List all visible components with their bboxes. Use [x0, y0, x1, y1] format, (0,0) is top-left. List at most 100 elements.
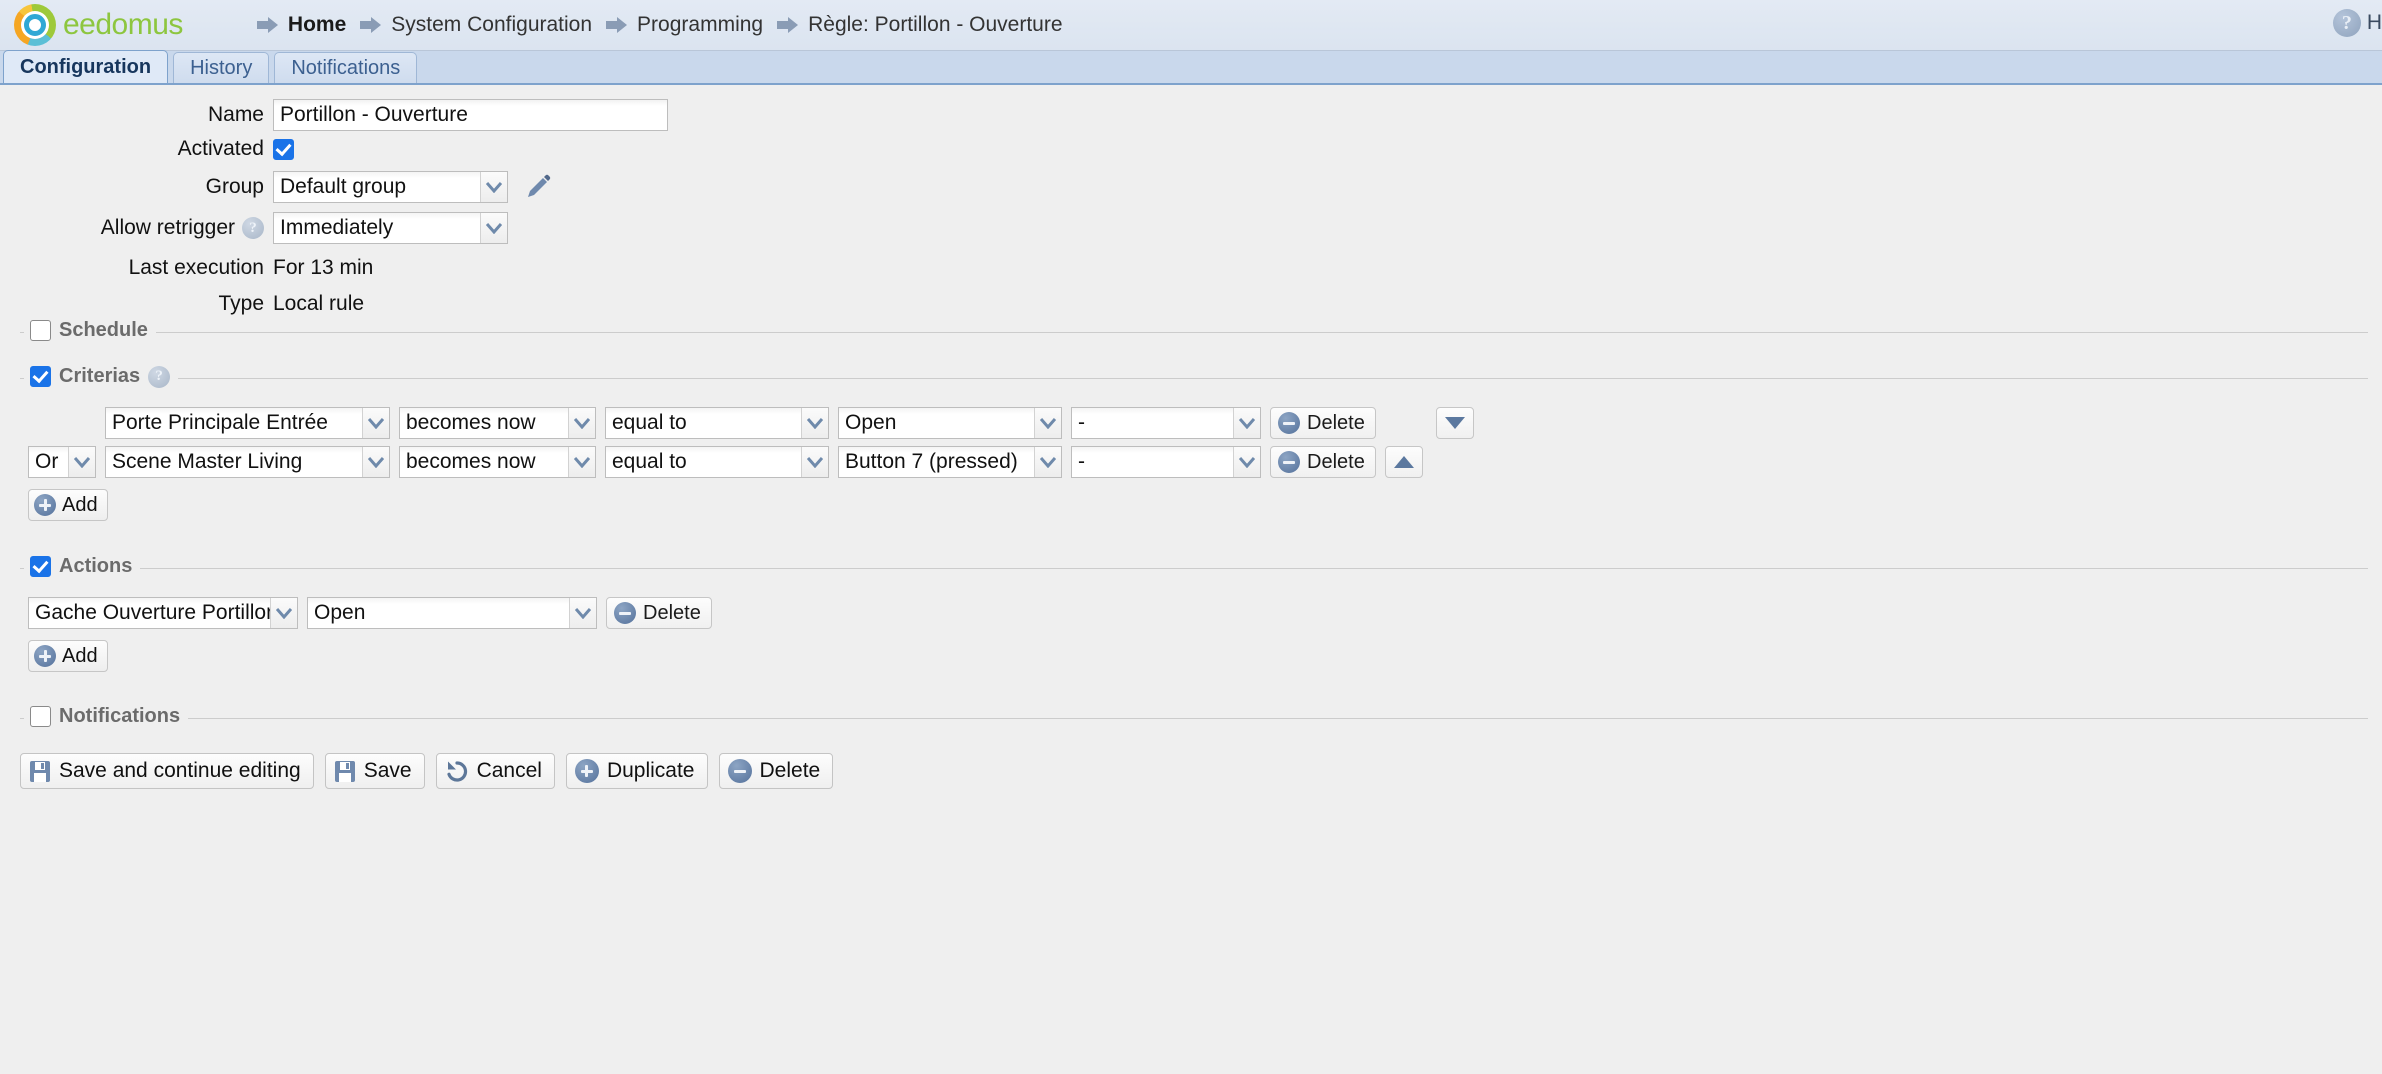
criteria-extra-value: - — [1078, 411, 1085, 434]
action-value-select[interactable]: Open — [307, 597, 597, 629]
criteria-move-up-button[interactable] — [1384, 446, 1423, 478]
eedomus-ring-logo-icon — [14, 4, 56, 46]
actions-body: Gache Ouverture Portillon Entrée Open De… — [20, 569, 2368, 687]
schedule-title: Schedule — [59, 319, 148, 341]
name-input[interactable] — [273, 99, 668, 131]
action-delete-button[interactable]: Delete — [606, 597, 712, 629]
breadcrumb-item-programming[interactable]: Programming — [606, 13, 763, 37]
schedule-body — [20, 333, 2368, 347]
criteria-device-value: Scene Master Living — [112, 450, 303, 473]
tab-history[interactable]: History — [173, 52, 270, 83]
criterias-legend: Criterias ? — [24, 365, 179, 388]
criteria-comparator-value: equal to — [612, 411, 687, 434]
field-group: Group Default group — [0, 171, 2382, 203]
notifications-title: Notifications — [59, 705, 181, 727]
save-and-continue-button[interactable]: Save and continue editing — [20, 753, 314, 789]
breadcrumb-item-home[interactable]: Home — [256, 13, 346, 37]
criteria-value-select[interactable]: Button 7 (pressed) — [838, 446, 1062, 478]
actions-checkbox[interactable] — [30, 556, 51, 577]
chevron-down-icon — [1233, 408, 1260, 438]
tab-bar: Configuration History Notifications — [0, 50, 2382, 85]
chevron-down-icon — [270, 598, 297, 628]
activated-checkbox[interactable] — [273, 138, 294, 160]
triangle-up-icon — [1393, 456, 1414, 468]
triangle-down-icon — [1444, 417, 1465, 429]
arrow-right-icon — [606, 17, 628, 33]
field-allow-retrigger: Allow retrigger ? Immediately — [0, 212, 2382, 244]
criteria-delete-button[interactable]: Delete — [1270, 407, 1376, 439]
criteria-delete-label: Delete — [1307, 450, 1365, 473]
field-type: Type Local rule — [0, 292, 2382, 316]
last-execution-label: Last execution — [128, 256, 264, 279]
action-value: Open — [314, 601, 366, 624]
criterias-add-button[interactable]: Add — [28, 489, 108, 521]
criteria-value-select[interactable]: Open — [838, 407, 1062, 439]
criteria-extra-select[interactable]: - — [1071, 446, 1261, 478]
brand-logo[interactable]: eedomus — [0, 4, 183, 46]
plus-circle-icon — [34, 645, 56, 667]
group-label: Group — [205, 175, 264, 198]
minus-circle-icon — [727, 759, 752, 783]
pencil-icon[interactable] — [524, 173, 552, 201]
chevron-down-icon — [362, 408, 389, 438]
action-row: Gache Ouverture Portillon Entrée Open De… — [28, 597, 2368, 629]
schedule-checkbox[interactable] — [30, 320, 51, 341]
cancel-button[interactable]: Cancel — [435, 753, 555, 789]
tab-configuration[interactable]: Configuration — [3, 50, 169, 83]
brand-name: eedomus — [63, 8, 183, 41]
actions-add-button[interactable]: Add — [28, 640, 108, 672]
criterias-body: Porte Principale Entrée becomes now equa… — [20, 379, 2368, 536]
chevron-down-icon — [1233, 447, 1260, 477]
criteria-delete-label: Delete — [1307, 411, 1365, 434]
chevron-down-icon — [1034, 408, 1061, 438]
name-label: Name — [207, 103, 264, 126]
delete-button[interactable]: Delete — [718, 753, 834, 789]
criteria-value: Open — [845, 411, 897, 434]
notifications-checkbox[interactable] — [30, 706, 51, 727]
breadcrumb-item-system-configuration[interactable]: System Configuration — [360, 13, 592, 37]
arrow-right-icon — [360, 17, 382, 33]
criteria-row: Or Scene Master Living becomes now equal… — [28, 446, 2368, 478]
minus-circle-icon — [614, 602, 636, 624]
criteria-comparator-select[interactable]: equal to — [605, 446, 829, 478]
type-value: Local rule — [273, 292, 365, 315]
criteria-extra-select[interactable]: - — [1071, 407, 1261, 439]
group-value: Default group — [280, 175, 407, 198]
criteria-move-down-button[interactable] — [1435, 407, 1474, 439]
chevron-down-icon — [480, 213, 507, 243]
criterias-checkbox[interactable] — [30, 366, 51, 387]
actions-add-label: Add — [62, 644, 98, 667]
criteria-event-select[interactable]: becomes now — [399, 446, 596, 478]
criteria-event-value: becomes now — [406, 411, 536, 434]
criteria-device-select[interactable]: Porte Principale Entrée — [105, 407, 390, 439]
allow-retrigger-select[interactable]: Immediately — [273, 212, 508, 244]
chevron-down-icon — [568, 447, 595, 477]
duplicate-label: Duplicate — [606, 759, 695, 782]
activated-label: Activated — [177, 137, 264, 160]
criteria-device-select[interactable]: Scene Master Living — [105, 446, 390, 478]
arrow-right-icon — [777, 17, 799, 33]
criteria-conjunction-select[interactable]: Or — [28, 446, 96, 478]
criteria-comparator-select[interactable]: equal to — [605, 407, 829, 439]
save-button[interactable]: Save — [324, 753, 425, 789]
chevron-down-icon — [569, 598, 596, 628]
tab-notifications[interactable]: Notifications — [274, 52, 418, 83]
save-label: Save — [363, 759, 412, 782]
notifications-legend: Notifications — [24, 705, 189, 728]
field-name: Name — [0, 99, 2382, 131]
plus-circle-icon — [574, 759, 599, 783]
duplicate-button[interactable]: Duplicate — [565, 753, 708, 789]
chevron-down-icon — [1034, 447, 1061, 477]
breadcrumb: Home System Configuration Programming Rè… — [256, 13, 1077, 37]
criteria-event-select[interactable]: becomes now — [399, 407, 596, 439]
action-device-select[interactable]: Gache Ouverture Portillon Entrée — [28, 597, 298, 629]
question-mark-icon[interactable]: ? — [242, 217, 264, 239]
group-select[interactable]: Default group — [273, 171, 508, 203]
criteria-delete-button[interactable]: Delete — [1270, 446, 1376, 478]
question-mark-icon[interactable]: ? — [148, 365, 171, 388]
help-link[interactable]: ? H — [2332, 9, 2382, 37]
help-label: H — [2366, 11, 2382, 34]
last-execution-value: For 13 min — [273, 256, 374, 279]
criteria-device-value: Porte Principale Entrée — [112, 411, 328, 434]
floppy-disk-icon — [334, 760, 356, 783]
